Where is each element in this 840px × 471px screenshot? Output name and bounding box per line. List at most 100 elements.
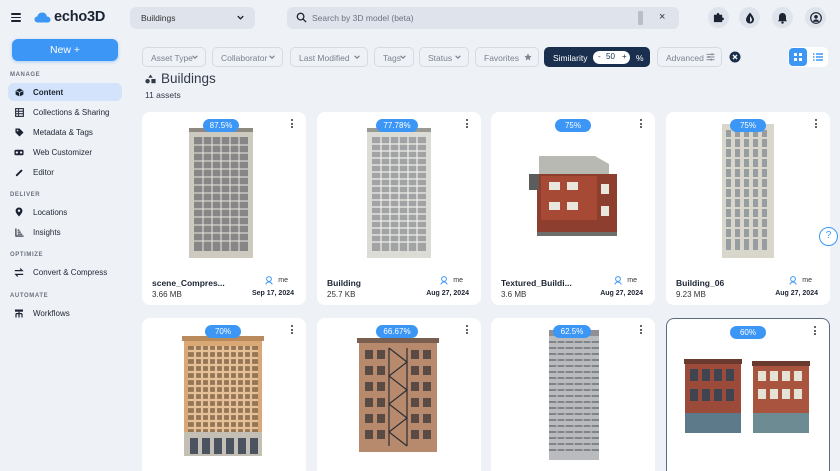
- more-options-icon[interactable]: [466, 119, 469, 128]
- asset-card[interactable]: 75% Building_06 9.23 MB me Aug 27, 2024: [666, 112, 830, 305]
- list-view-icon[interactable]: [813, 53, 823, 61]
- top-bar: echo3D Buildings Search by 3D model (bet…: [0, 0, 840, 36]
- asset-count: 11 assets: [145, 90, 181, 100]
- clear-filters-icon[interactable]: [729, 51, 741, 63]
- logo[interactable]: echo3D: [34, 9, 105, 25]
- asset-size: 9.23 MB: [676, 290, 706, 299]
- asset-name[interactable]: Textured_Buildi...: [501, 278, 581, 288]
- asset-card[interactable]: 87.5% scene_Compres... 3.66 MB me Sep 17…: [142, 112, 306, 305]
- sidebar-item-editor[interactable]: Editor: [8, 163, 122, 181]
- sidebar-item-label: Locations: [33, 207, 68, 217]
- chevron-down-icon: [269, 55, 275, 60]
- tags-filter[interactable]: Tags: [374, 47, 414, 67]
- more-options-icon[interactable]: [291, 325, 294, 334]
- asset-thumbnail: [549, 330, 599, 460]
- asset-thumbnail: [684, 359, 810, 433]
- user-icon: [809, 11, 822, 24]
- sidebar: New + MANAGE Content Collections & Shari…: [0, 36, 130, 471]
- similarity-badge: 77.78%: [376, 119, 418, 132]
- asset-card[interactable]: 66.67%: [317, 318, 481, 471]
- view-toggle: [788, 47, 828, 67]
- status-filter[interactable]: Status: [419, 47, 469, 67]
- pin-icon: [14, 207, 24, 217]
- more-options-icon[interactable]: [814, 326, 817, 335]
- clear-search-button[interactable]: ×: [659, 11, 665, 23]
- sidebar-item-metadata[interactable]: Metadata & Tags: [8, 123, 122, 141]
- sidebar-item-label: Metadata & Tags: [33, 127, 93, 137]
- similarity-filter[interactable]: Similarity - 50 + %: [544, 47, 650, 67]
- asset-thumbnail: [182, 336, 264, 456]
- new-button[interactable]: New +: [12, 39, 118, 61]
- cube-icon: [14, 87, 24, 97]
- logo-text: echo3D: [54, 9, 106, 25]
- asset-card[interactable]: 62.5%: [491, 318, 655, 471]
- asset-owner: me: [265, 276, 288, 285]
- asset-card[interactable]: 75% Textured_Buildi... 3.6 MB me Aug 27,…: [491, 112, 655, 305]
- sidebar-item-label: Content: [33, 87, 64, 97]
- similarity-stepper[interactable]: - 50 +: [593, 51, 630, 64]
- asset-date: Aug 27, 2024: [600, 290, 643, 297]
- sidebar-item-label: Editor: [33, 167, 54, 177]
- table-icon: [14, 107, 24, 117]
- filter-label: Asset Type: [151, 53, 193, 63]
- owner-label: me: [278, 277, 288, 284]
- sidebar-item-convert[interactable]: Convert & Compress: [8, 263, 122, 281]
- similarity-badge: 66.67%: [376, 325, 418, 338]
- asset-card[interactable]: 60%: [666, 318, 830, 471]
- asset-date: Sep 17, 2024: [251, 290, 294, 297]
- project-select[interactable]: Buildings: [130, 7, 255, 29]
- sidebar-item-label: Insights: [33, 227, 61, 237]
- asset-owner: me: [440, 276, 463, 285]
- sidebar-item-workflows[interactable]: Workflows: [8, 304, 122, 322]
- similarity-decrease-button[interactable]: -: [598, 52, 601, 61]
- sidebar-item-content[interactable]: Content: [8, 83, 122, 101]
- account-button[interactable]: [805, 7, 826, 28]
- more-options-icon[interactable]: [815, 119, 818, 128]
- chevron-down-icon: [192, 55, 198, 60]
- owner-icon: [614, 276, 622, 285]
- asset-thumbnail: [357, 338, 439, 452]
- star-icon: [524, 53, 532, 61]
- plugins-button[interactable]: [708, 7, 729, 28]
- more-options-icon[interactable]: [466, 325, 469, 334]
- asset-size: 25.7 KB: [327, 290, 356, 299]
- menu-icon[interactable]: [11, 13, 21, 22]
- advanced-filter[interactable]: Advanced: [657, 47, 722, 67]
- owner-icon: [440, 276, 448, 285]
- search-divider: [638, 11, 643, 25]
- search-icon: [296, 12, 307, 23]
- asset-thumbnail: [722, 124, 774, 258]
- similarity-value[interactable]: 50: [606, 52, 615, 61]
- sidebar-item-locations[interactable]: Locations: [8, 203, 122, 221]
- help-button[interactable]: ?: [819, 227, 838, 246]
- search-input[interactable]: Search by 3D model (beta): [312, 13, 414, 23]
- sidebar-item-web-customizer[interactable]: Web Customizer: [8, 143, 122, 161]
- favorites-filter[interactable]: Favorites: [475, 47, 539, 67]
- asset-type-filter[interactable]: Asset Type: [142, 47, 206, 67]
- owner-label: me: [802, 277, 812, 284]
- filter-label: Favorites: [484, 53, 519, 63]
- asset-name[interactable]: scene_Compres...: [152, 278, 232, 288]
- more-options-icon[interactable]: [640, 119, 643, 128]
- similarity-increase-button[interactable]: +: [622, 52, 627, 61]
- search-bar[interactable]: Search by 3D model (beta) ×: [287, 7, 679, 29]
- chevron-down-icon: [455, 55, 461, 60]
- page-heading: Buildings: [145, 71, 216, 86]
- cloud-logo-icon: [34, 12, 51, 22]
- sidebar-item-collections[interactable]: Collections & Sharing: [8, 103, 122, 121]
- sidebar-item-insights[interactable]: Insights: [8, 223, 122, 241]
- last-modified-filter[interactable]: Last Modified: [290, 47, 368, 67]
- asset-name[interactable]: Building_06: [676, 278, 756, 288]
- collaborator-filter[interactable]: Collaborator: [212, 47, 283, 67]
- grid-view-button[interactable]: [789, 48, 807, 66]
- similarity-badge: 60%: [730, 326, 766, 339]
- theme-button[interactable]: [739, 7, 760, 28]
- asset-name[interactable]: Building: [327, 278, 407, 288]
- more-options-icon[interactable]: [291, 119, 294, 128]
- section-label-optimize: OPTIMIZE: [10, 252, 44, 258]
- notifications-button[interactable]: [772, 7, 793, 28]
- more-options-icon[interactable]: [640, 325, 643, 334]
- similarity-unit: %: [636, 53, 644, 63]
- asset-card[interactable]: 70%: [142, 318, 306, 471]
- asset-card[interactable]: 77.78% Building 25.7 KB me Aug 27, 2024: [317, 112, 481, 305]
